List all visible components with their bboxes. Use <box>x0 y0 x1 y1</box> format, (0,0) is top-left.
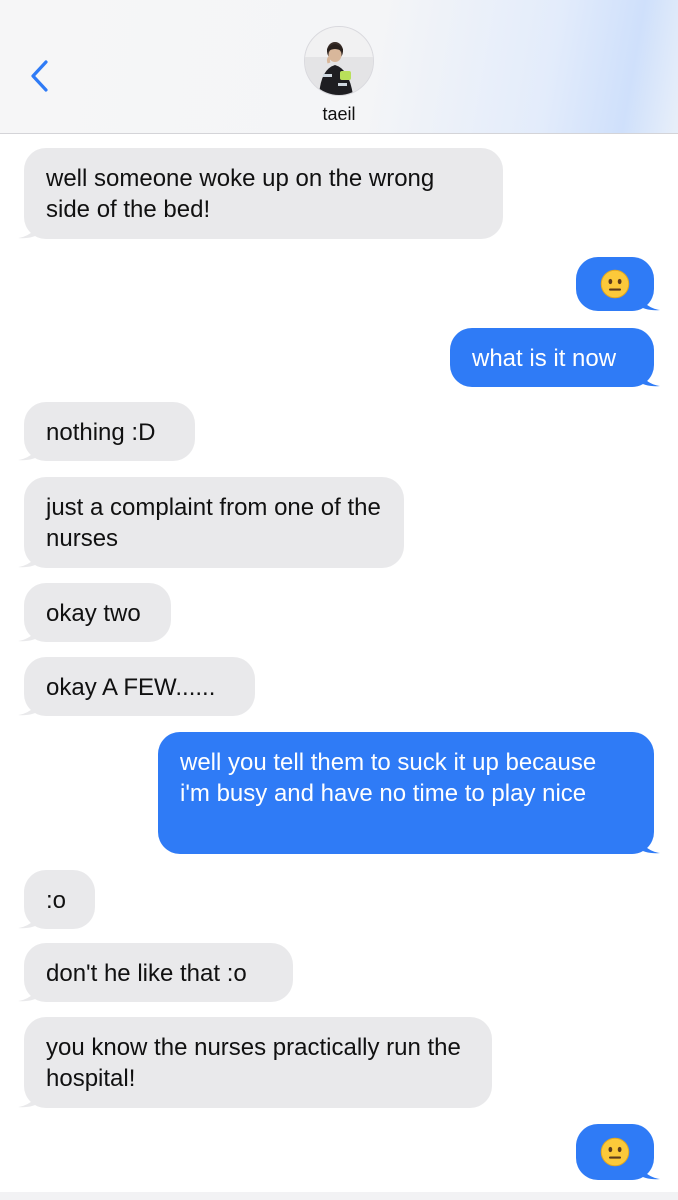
message-text: nothing :D <box>46 419 156 446</box>
bubble-tail <box>638 369 660 387</box>
message-text: well someone woke up on the wrong side o… <box>46 165 435 223</box>
message-bubble-outgoing[interactable]: what is it now <box>450 328 660 387</box>
message-bubble-incoming[interactable]: well someone woke up on the wrong side o… <box>18 148 503 239</box>
message-bubble-incoming[interactable]: okay A FEW...... <box>18 657 255 716</box>
conversation-header: taeil <box>0 0 678 134</box>
contact-name[interactable]: taeil <box>0 104 678 125</box>
message-bubble-incoming[interactable]: you know the nurses practically run the … <box>18 1017 492 1108</box>
back-button[interactable] <box>24 56 54 96</box>
message-text: just a complaint from one of the nurses <box>46 494 381 552</box>
chevron-left-icon <box>31 60 48 92</box>
bubble-tail <box>638 836 660 854</box>
bubble-tail <box>18 624 40 642</box>
bubble-tail <box>18 550 40 568</box>
message-text: okay two <box>46 600 141 627</box>
bubble-tail <box>18 984 40 1002</box>
bubble-tail <box>638 1162 660 1180</box>
message-bubble-outgoing-emoji[interactable]: 😐 <box>576 1124 660 1180</box>
message-bubble-incoming[interactable]: :o <box>18 870 95 929</box>
message-bubble-incoming[interactable]: nothing :D <box>18 402 195 461</box>
message-text: :o <box>46 887 67 914</box>
neutral-face-icon <box>600 269 630 299</box>
message-bubble-outgoing-emoji[interactable]: 😐 <box>576 257 660 311</box>
message-text: okay A FEW...... <box>46 674 216 701</box>
bubble-tail <box>18 698 40 716</box>
bubble-tail <box>18 443 40 461</box>
message-text: don't he like that :o <box>46 960 247 987</box>
message-bubble-incoming[interactable]: okay two <box>18 583 171 642</box>
bubble-tail <box>18 911 40 929</box>
message-text: you know the nurses practically run the … <box>46 1034 461 1092</box>
bottom-edge <box>0 1192 678 1200</box>
contact-avatar[interactable] <box>304 26 374 96</box>
bubble-tail <box>638 293 660 311</box>
message-text: well you tell them to suck it up because… <box>180 749 597 807</box>
neutral-face-icon <box>600 1137 630 1167</box>
bubble-tail <box>18 1090 40 1108</box>
message-bubble-incoming[interactable]: just a complaint from one of the nurses <box>18 477 404 568</box>
avatar-photo <box>305 27 373 95</box>
message-bubble-incoming[interactable]: don't he like that :o <box>18 943 293 1002</box>
message-text: what is it now <box>472 345 617 372</box>
message-bubble-outgoing[interactable]: well you tell them to suck it up because… <box>158 732 660 854</box>
bubble-tail <box>18 221 40 239</box>
